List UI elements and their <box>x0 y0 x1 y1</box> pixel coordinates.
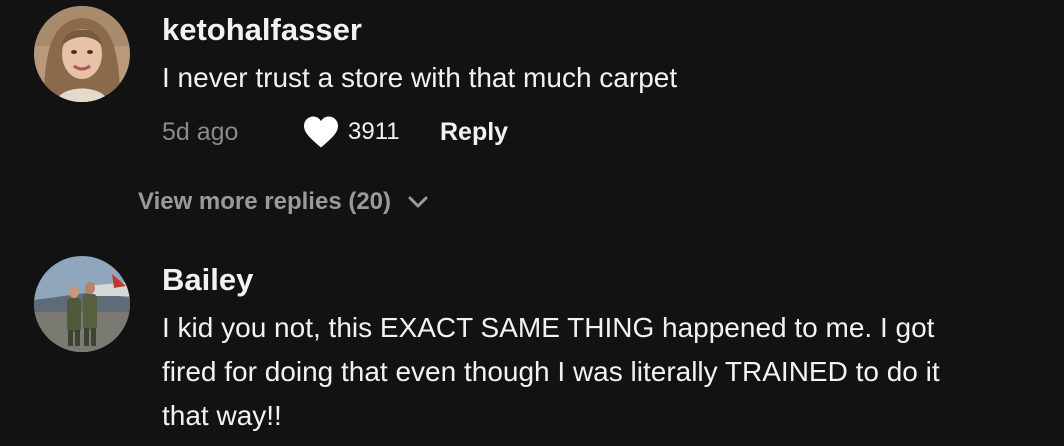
timestamp: 5d ago <box>162 117 239 146</box>
reply-button[interactable]: Reply <box>440 118 508 147</box>
avatar[interactable] <box>34 256 130 352</box>
chevron-down-icon <box>408 196 428 208</box>
comment-text: I never trust a store with that much car… <box>162 62 678 93</box>
avatar[interactable] <box>34 6 130 102</box>
like-button[interactable]: 3911 <box>302 115 440 149</box>
comment-text-line: fired for doing that even though I was l… <box>162 356 940 387</box>
comment-username[interactable]: ketohalfasser <box>162 12 362 48</box>
comment-meta: 5d ago 3911 Reply <box>162 112 508 152</box>
comment-username[interactable]: Bailey <box>162 262 253 298</box>
view-more-replies-label: View more replies (20) <box>138 188 392 215</box>
comments-panel: ketohalfasser I never trust a store with… <box>0 0 1064 446</box>
comment-text-line: that way!! <box>162 400 282 431</box>
heart-icon <box>304 116 338 148</box>
like-count: 3911 <box>348 118 400 145</box>
view-more-replies-button[interactable]: View more replies (20) <box>138 188 429 216</box>
user-avatar-photo-icon <box>34 6 130 102</box>
user-avatar-photo-icon <box>34 256 130 352</box>
comment-text-line: I kid you not, this EXACT SAME THING hap… <box>162 312 935 343</box>
